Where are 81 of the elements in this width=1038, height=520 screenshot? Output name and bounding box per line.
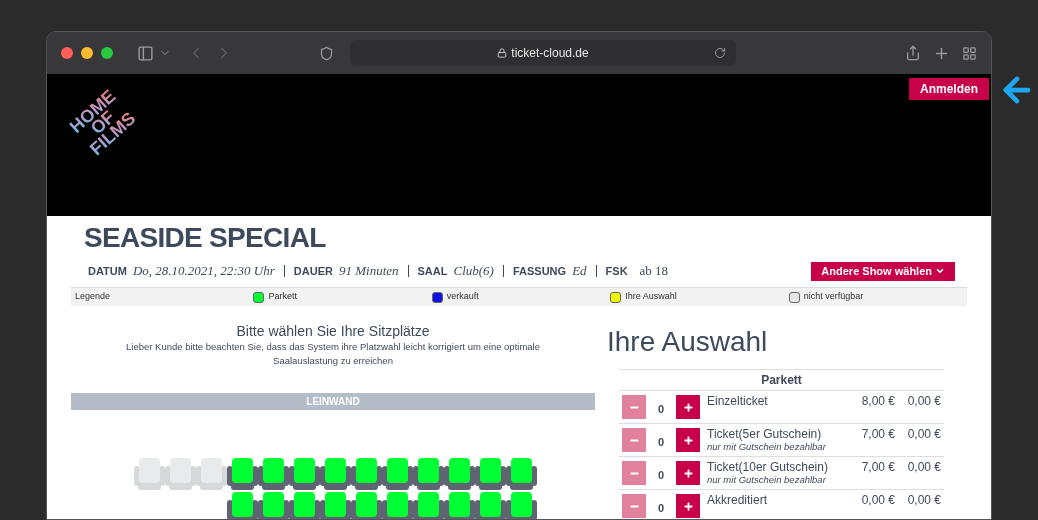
plus-icon [682, 500, 694, 512]
ticket-note: nur mit Gutschein bezahlbar [707, 441, 827, 453]
info-value: 91 Minuten [338, 265, 399, 276]
ticket-total: 0,00 € [906, 493, 941, 507]
seat[interactable] [289, 458, 320, 490]
seat-plan-heading: Bitte wählen Sie Ihre Sitzplätze [236, 322, 430, 340]
url-text: ticket-cloud.de [511, 45, 589, 62]
info-label: DATUM [88, 264, 127, 280]
seat[interactable] [475, 458, 506, 490]
sidebar-icon[interactable] [137, 44, 154, 62]
legend-text: verkauft [446, 290, 479, 304]
seat[interactable] [351, 458, 382, 490]
seat[interactable] [258, 492, 289, 519]
info-label: FASSUNG [512, 266, 567, 277]
info-label: DAUER [293, 266, 333, 277]
zoom-button[interactable] [101, 47, 113, 59]
increase-button[interactable] [676, 461, 700, 485]
seat[interactable] [320, 458, 351, 490]
seat[interactable] [320, 492, 351, 519]
info-value: Ed [572, 265, 587, 276]
seat[interactable] [258, 458, 289, 490]
seat[interactable] [351, 492, 382, 519]
plus-icon [682, 401, 694, 413]
seat[interactable] [506, 458, 537, 490]
close-button[interactable] [61, 47, 73, 59]
seat[interactable] [444, 458, 475, 490]
ticket-name: Ticket(5er Gutschein) [707, 427, 823, 441]
info-value: Club(6) [453, 265, 494, 276]
info-label: FSK [605, 266, 628, 277]
plus-icon [682, 434, 694, 446]
seat[interactable] [382, 492, 413, 519]
seat-plan-note: Lieber Kunde bitte beachten Sie, dass das System ihre Platzwahl leicht korrigiert um eine optimale Saalauslastung zu erreichen [125, 340, 541, 368]
event-title: SEASIDE SPECIAL [84, 221, 327, 255]
reload-icon[interactable] [714, 47, 726, 59]
address-bar[interactable]: ticket-cloud.de [350, 40, 736, 66]
tab-overview-icon[interactable] [962, 45, 977, 61]
seat[interactable] [506, 492, 537, 519]
seat[interactable] [475, 492, 506, 519]
ticket-price: 0,00 € [860, 493, 895, 507]
quantity-text: 0 [656, 435, 666, 450]
seat[interactable] [289, 492, 320, 519]
section-heading: Parkett [619, 370, 944, 391]
plus-icon [682, 467, 694, 479]
selection-title: Ihre Auswahl [607, 325, 769, 359]
ticket-note: nur mit Gutschein bezahlbar [707, 474, 827, 486]
other-show-button[interactable]: Andere Show wählen [811, 261, 955, 281]
ticket-price: 7,00 € [860, 460, 895, 474]
ticket-name: Einzelticket [707, 394, 769, 408]
quantity-text: 0 [656, 468, 666, 483]
caret-icon [935, 266, 945, 276]
quantity-text: 0 [656, 402, 666, 417]
ticket-price: 7,00 € [860, 427, 895, 441]
seat[interactable] [413, 458, 444, 490]
info-value: Do, 28.10.2021, 22:30 Uhr [132, 262, 275, 281]
ticket-total: 0,00 € [906, 394, 941, 408]
ticket-name: Ticket(10er Gutschein) [707, 460, 829, 474]
seat[interactable] [382, 458, 413, 490]
increase-button[interactable] [676, 395, 700, 419]
seat[interactable] [413, 492, 444, 519]
shield-icon[interactable] [319, 45, 334, 61]
legend-text: Ihre Auswahl [625, 290, 677, 304]
ticket-name: Akkreditiert [707, 493, 769, 507]
share-icon[interactable] [905, 45, 921, 61]
minimize-button[interactable] [81, 47, 93, 59]
seat[interactable] [227, 458, 258, 490]
info-label: SAAL [417, 266, 448, 277]
seat[interactable] [227, 492, 258, 519]
legend-label: Legende [75, 290, 112, 304]
info-value: ab 18 [639, 265, 669, 276]
ticket-price: 8,00 € [860, 394, 895, 408]
legend-text: nicht verfügbar [803, 290, 864, 304]
lock-icon [497, 48, 508, 58]
quantity-text: 0 [656, 501, 666, 516]
increase-button[interactable] [676, 494, 700, 518]
increase-button[interactable] [676, 428, 700, 452]
legend-text: Parkett [268, 290, 297, 304]
screen-bar: LEINWAND [71, 393, 595, 410]
login-button[interactable]: Anmelden [909, 78, 989, 100]
ticket-total: 0,00 € [906, 460, 941, 474]
seat[interactable] [444, 492, 475, 519]
ticket-total: 0,00 € [906, 427, 941, 441]
